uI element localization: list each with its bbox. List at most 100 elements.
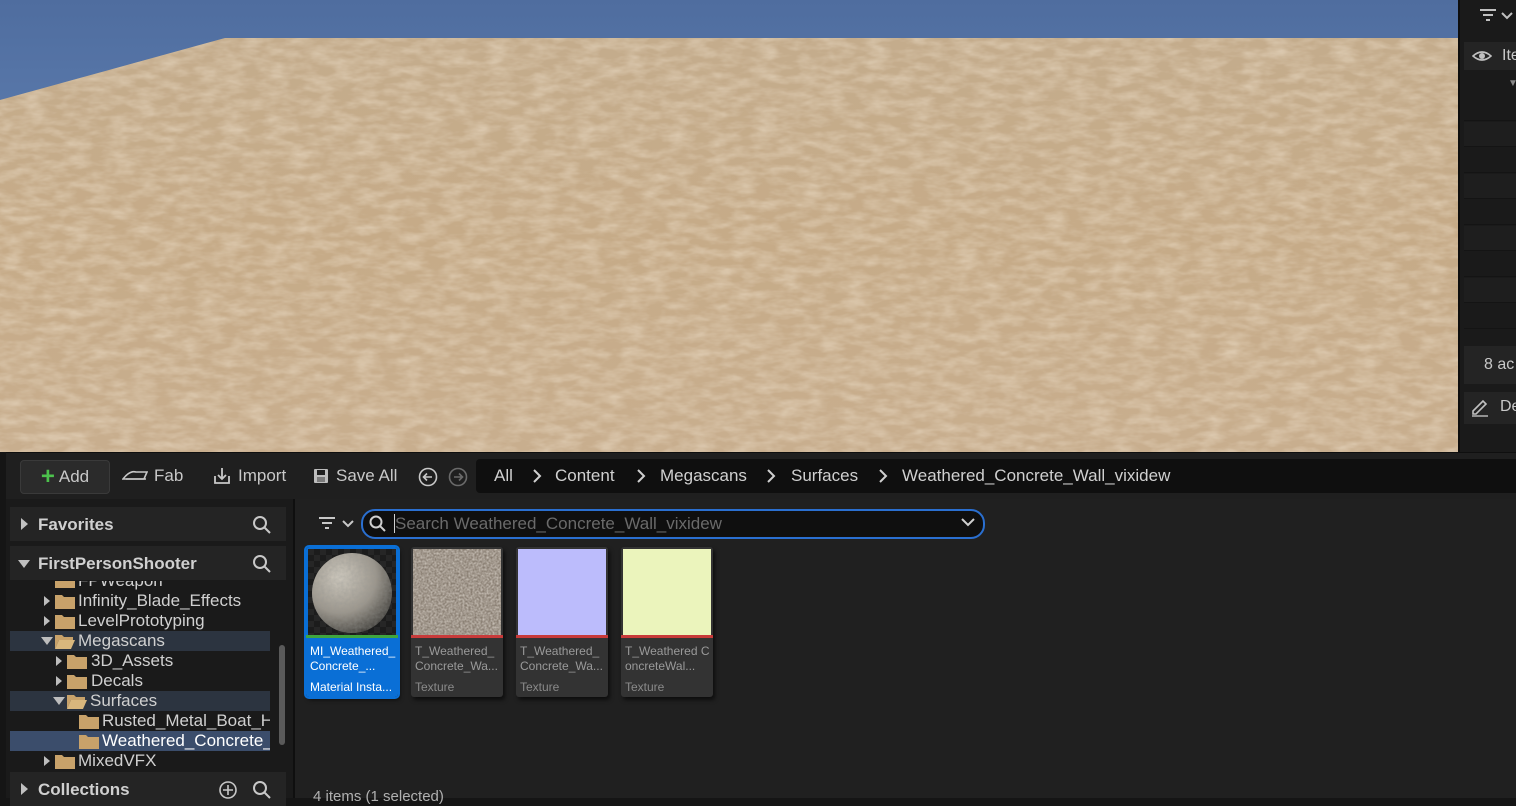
expand-arrow-icon[interactable] xyxy=(20,783,30,795)
eye-icon[interactable] xyxy=(1472,48,1492,64)
tree-item-fpweapon[interactable]: FPWeapon xyxy=(10,581,270,591)
collapse-arrow-icon[interactable] xyxy=(53,697,65,705)
open-folder-icon xyxy=(67,695,87,709)
asset-thumbnail xyxy=(518,549,606,635)
asset-tile[interactable]: T_Weathered_Concrete_Wa... Texture xyxy=(411,547,503,697)
collections-section[interactable]: Collections xyxy=(10,772,286,806)
tree-item-label: Weathered_Concrete_ xyxy=(102,731,270,750)
level-viewport[interactable] xyxy=(0,0,1458,452)
outliner-row[interactable] xyxy=(1464,122,1516,147)
chevron-right-icon[interactable] xyxy=(878,468,888,484)
fab-button[interactable]: Fab xyxy=(122,460,183,492)
asset-thumbnail xyxy=(308,549,396,635)
import-icon xyxy=(214,468,230,484)
expand-arrow-icon[interactable] xyxy=(43,616,51,626)
tree-item-surfaces[interactable]: Surfaces xyxy=(10,691,270,711)
tree-item-label: FPWeapon xyxy=(78,581,163,591)
outliner-item-label-column[interactable]: Ite xyxy=(1502,47,1516,65)
outliner-row[interactable] xyxy=(1464,226,1516,251)
asset-tile[interactable]: T_Weathered ConcreteWal... Texture xyxy=(621,547,713,697)
material-sphere-thumbnail xyxy=(308,549,396,635)
expand-arrow-icon[interactable] xyxy=(55,676,63,686)
tree-item-rusted-metal-boat[interactable]: Rusted_Metal_Boat_H xyxy=(10,711,270,731)
asset-tile[interactable]: MI_Weathered_Concrete_... Material Insta… xyxy=(304,545,400,699)
add-collection-icon[interactable] xyxy=(218,780,238,800)
tree-item-3d-assets[interactable]: 3D_Assets xyxy=(10,651,270,671)
tree-scrollbar[interactable] xyxy=(279,645,285,745)
tree-item-decals[interactable]: Decals xyxy=(10,671,270,691)
asset-tile[interactable]: T_Weathered_Concrete_Wa... Texture xyxy=(516,547,608,697)
breadcrumb-all[interactable]: All xyxy=(494,466,513,486)
expand-arrow-icon[interactable] xyxy=(55,656,63,666)
breadcrumb-surfaces[interactable]: Surfaces xyxy=(791,466,858,486)
asset-view: Search Weathered_Concrete_Wall_vixidew M… xyxy=(295,499,1516,805)
search-icon[interactable] xyxy=(252,554,272,574)
search-input[interactable]: Search Weathered_Concrete_Wall_vixidew xyxy=(395,514,722,534)
tree-item-megascans[interactable]: Megascans xyxy=(10,631,270,651)
chevron-right-icon[interactable] xyxy=(636,468,646,484)
text-caret xyxy=(394,514,395,533)
import-button[interactable]: Import xyxy=(212,460,286,492)
tree-item-label: 3D_Assets xyxy=(91,651,174,670)
save-icon xyxy=(314,469,328,483)
chevron-right-icon[interactable] xyxy=(766,468,776,484)
breadcrumb-content[interactable]: Content xyxy=(555,466,615,486)
outliner-row[interactable] xyxy=(1464,200,1516,225)
sources-tree-panel: Favorites FirstPersonShooter FPWeapon In… xyxy=(10,503,286,806)
asset-type-color-bar xyxy=(621,635,713,638)
asset-type: Texture xyxy=(625,680,665,694)
outliner-row[interactable] xyxy=(1464,278,1516,303)
outliner-row[interactable] xyxy=(1464,304,1516,329)
asset-type: Material Insta... xyxy=(310,680,393,694)
save-all-button[interactable]: Save All xyxy=(312,460,397,492)
tree-item-label: Rusted_Metal_Boat_H xyxy=(102,711,270,730)
content-browser-toolbar: + Add Fab Import Save All All Content Me… xyxy=(6,453,1516,499)
open-folder-icon xyxy=(55,635,75,649)
pencil-icon xyxy=(1472,399,1488,417)
outliner-panel: Ite ▼ 8 ac De xyxy=(1458,0,1516,452)
outliner-row[interactable] xyxy=(1464,252,1516,277)
details-tab[interactable]: De xyxy=(1464,392,1516,424)
tree-item-infinity-blade-effects[interactable]: Infinity_Blade_Effects xyxy=(10,591,270,611)
asset-type-color-bar xyxy=(306,635,398,638)
plus-icon: + xyxy=(40,463,55,490)
tree-item-label: LevelPrototyping xyxy=(78,611,205,630)
filter-icon[interactable] xyxy=(1478,6,1516,28)
outliner-header: Ite xyxy=(1464,42,1516,70)
outliner-row[interactable] xyxy=(1464,148,1516,173)
tree-item-label: Infinity_Blade_Effects xyxy=(78,591,242,610)
favorites-section[interactable]: Favorites xyxy=(10,507,286,541)
collapse-arrow-icon[interactable] xyxy=(41,637,53,645)
expand-arrow-icon[interactable] xyxy=(20,518,30,530)
tree-item-mixedvfx[interactable]: MixedVFX xyxy=(10,751,270,771)
add-button[interactable]: + Add xyxy=(20,460,110,494)
content-browser: + Add Fab Import Save All All Content Me… xyxy=(6,452,1516,806)
filter-icon[interactable] xyxy=(317,515,357,533)
outliner-row[interactable] xyxy=(1464,96,1516,121)
breadcrumb-weathered-concrete-wall[interactable]: Weathered_Concrete_Wall_vixidew xyxy=(902,466,1170,486)
search-icon[interactable] xyxy=(252,780,272,800)
forward-arrow-icon[interactable] xyxy=(448,467,468,487)
save-all-button-label: Save All xyxy=(336,466,398,485)
project-section[interactable]: FirstPersonShooter xyxy=(10,546,286,580)
tree-item-label: Decals xyxy=(91,671,143,690)
asset-type: Texture xyxy=(520,680,560,694)
asset-search-box[interactable]: Search Weathered_Concrete_Wall_vixidew xyxy=(361,509,985,539)
tree-item-levelprototyping[interactable]: LevelPrototyping xyxy=(10,611,270,631)
import-button-label: Import xyxy=(238,466,287,485)
breadcrumb-megascans[interactable]: Megascans xyxy=(660,466,747,486)
outliner-row[interactable] xyxy=(1464,174,1516,199)
expand-arrow-icon[interactable] xyxy=(43,596,51,606)
back-arrow-icon[interactable] xyxy=(418,467,438,487)
tree-item-weathered-concrete[interactable]: Weathered_Concrete_ xyxy=(10,731,270,751)
folder-icon xyxy=(55,615,75,629)
search-icon[interactable] xyxy=(252,515,272,535)
chevron-down-icon[interactable] xyxy=(961,518,975,528)
asset-thumbnail xyxy=(413,549,501,635)
fab-icon xyxy=(122,470,148,480)
chevron-right-icon[interactable] xyxy=(532,468,542,484)
expand-arrow-icon[interactable] xyxy=(43,756,51,766)
collapse-arrow-icon[interactable] xyxy=(18,559,30,569)
tree-item-label: Megascans xyxy=(78,631,165,650)
expand-arrow-icon[interactable]: ▼ xyxy=(1508,78,1516,89)
